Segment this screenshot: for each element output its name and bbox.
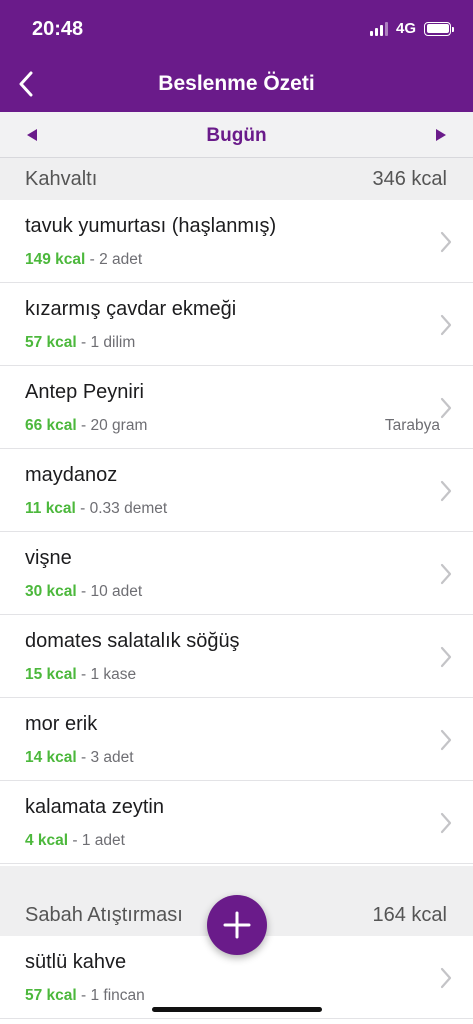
triangle-right-icon	[436, 129, 446, 141]
food-detail: 14 kcal - 3 adet	[25, 749, 134, 767]
food-kcal: 30 kcal	[25, 583, 77, 600]
section-total: 164 kcal	[372, 904, 448, 926]
chevron-right-icon	[440, 480, 452, 502]
food-detail: 57 kcal - 1 dilim	[25, 334, 135, 352]
section-title: Kahvaltı	[25, 168, 98, 190]
food-amount: - 3 adet	[76, 749, 134, 766]
food-kcal: 57 kcal	[25, 987, 77, 1004]
food-name: sütlü kahve	[25, 951, 127, 973]
list-item[interactable]: maydanoz 11 kcal - 0.33 demet	[0, 449, 473, 532]
page-title: Beslenme Özeti	[158, 72, 315, 95]
list-item[interactable]: vişne 30 kcal - 10 adet	[0, 532, 473, 615]
list-item[interactable]: mor erik 14 kcal - 3 adet	[0, 698, 473, 781]
food-name: vişne	[25, 547, 72, 569]
chevron-right-icon	[440, 397, 452, 419]
battery-icon	[424, 21, 454, 36]
home-indicator[interactable]	[152, 1007, 322, 1012]
food-name: kızarmış çavdar ekmeği	[25, 298, 237, 320]
status-bar: 20:48 4G	[0, 0, 473, 56]
chevron-right-icon	[440, 967, 452, 989]
status-indicators: 4G	[369, 20, 454, 37]
date-label[interactable]: Bugün	[0, 125, 473, 147]
section-spacer	[0, 866, 473, 894]
chevron-right-icon	[440, 314, 452, 336]
food-name: maydanoz	[25, 464, 118, 486]
list-item[interactable]: domates salatalık söğüş 15 kcal - 1 kase	[0, 615, 473, 698]
chevron-right-icon	[440, 812, 452, 834]
food-amount: - 0.33 demet	[75, 500, 168, 517]
list-item[interactable]: Antep Peyniri 66 kcal - 20 gram Tarabya	[0, 366, 473, 449]
food-brand: Tarabya	[384, 417, 440, 434]
food-detail: 4 kcal - 1 adet	[25, 832, 125, 850]
food-name: mor erik	[25, 713, 98, 735]
food-kcal: 4 kcal	[25, 832, 69, 849]
food-name: domates salatalık söğüş	[25, 630, 240, 652]
food-detail: 57 kcal - 1 fincan	[25, 987, 145, 1005]
food-kcal: 66 kcal	[25, 417, 77, 434]
chevron-right-icon	[440, 231, 452, 253]
chevron-right-icon	[440, 646, 452, 668]
food-amount: - 20 gram	[76, 417, 148, 434]
food-amount: - 10 adet	[76, 583, 143, 600]
plus-icon	[223, 911, 251, 939]
section-title: Sabah Atıştırması	[25, 904, 183, 926]
chevron-right-icon	[440, 729, 452, 751]
navigation-bar: Beslenme Özeti	[0, 56, 473, 112]
food-detail: 30 kcal - 10 adet	[25, 583, 142, 601]
food-amount: - 1 fincan	[76, 987, 145, 1004]
next-day-button[interactable]	[426, 120, 456, 150]
food-amount: - 2 adet	[85, 251, 143, 268]
food-kcal: 149 kcal	[25, 251, 86, 268]
food-kcal: 15 kcal	[25, 666, 77, 683]
food-kcal: 14 kcal	[25, 749, 77, 766]
food-name: Antep Peyniri	[25, 381, 144, 403]
food-name: kalamata zeytin	[25, 796, 164, 818]
chevron-right-icon	[440, 563, 452, 585]
date-selector: Bugün	[0, 112, 473, 158]
food-kcal: 11 kcal	[25, 500, 76, 517]
status-time: 20:48	[32, 18, 84, 40]
list-item[interactable]: kızarmış çavdar ekmeği 57 kcal - 1 dilim	[0, 283, 473, 366]
list-item[interactable]: kalamata zeytin 4 kcal - 1 adet	[0, 781, 473, 864]
food-detail: 66 kcal - 20 gram	[25, 417, 147, 435]
section-header-breakfast: Kahvaltı 346 kcal	[0, 158, 473, 200]
add-food-button[interactable]	[207, 895, 267, 955]
network-type: 4G	[395, 20, 416, 37]
food-kcal: 57 kcal	[25, 334, 77, 351]
food-name: tavuk yumurtası (haşlanmış)	[25, 215, 277, 237]
food-detail: 149 kcal - 2 adet	[25, 251, 142, 269]
food-amount: - 1 adet	[68, 832, 125, 849]
list-item[interactable]: tavuk yumurtası (haşlanmış) 149 kcal - 2…	[0, 200, 473, 283]
section-total: 346 kcal	[372, 168, 448, 190]
food-detail: 11 kcal - 0.33 demet	[25, 500, 167, 518]
food-detail: 15 kcal - 1 kase	[25, 666, 136, 684]
food-amount: - 1 dilim	[76, 334, 136, 351]
food-amount: - 1 kase	[76, 666, 137, 683]
signal-icon	[369, 21, 388, 36]
